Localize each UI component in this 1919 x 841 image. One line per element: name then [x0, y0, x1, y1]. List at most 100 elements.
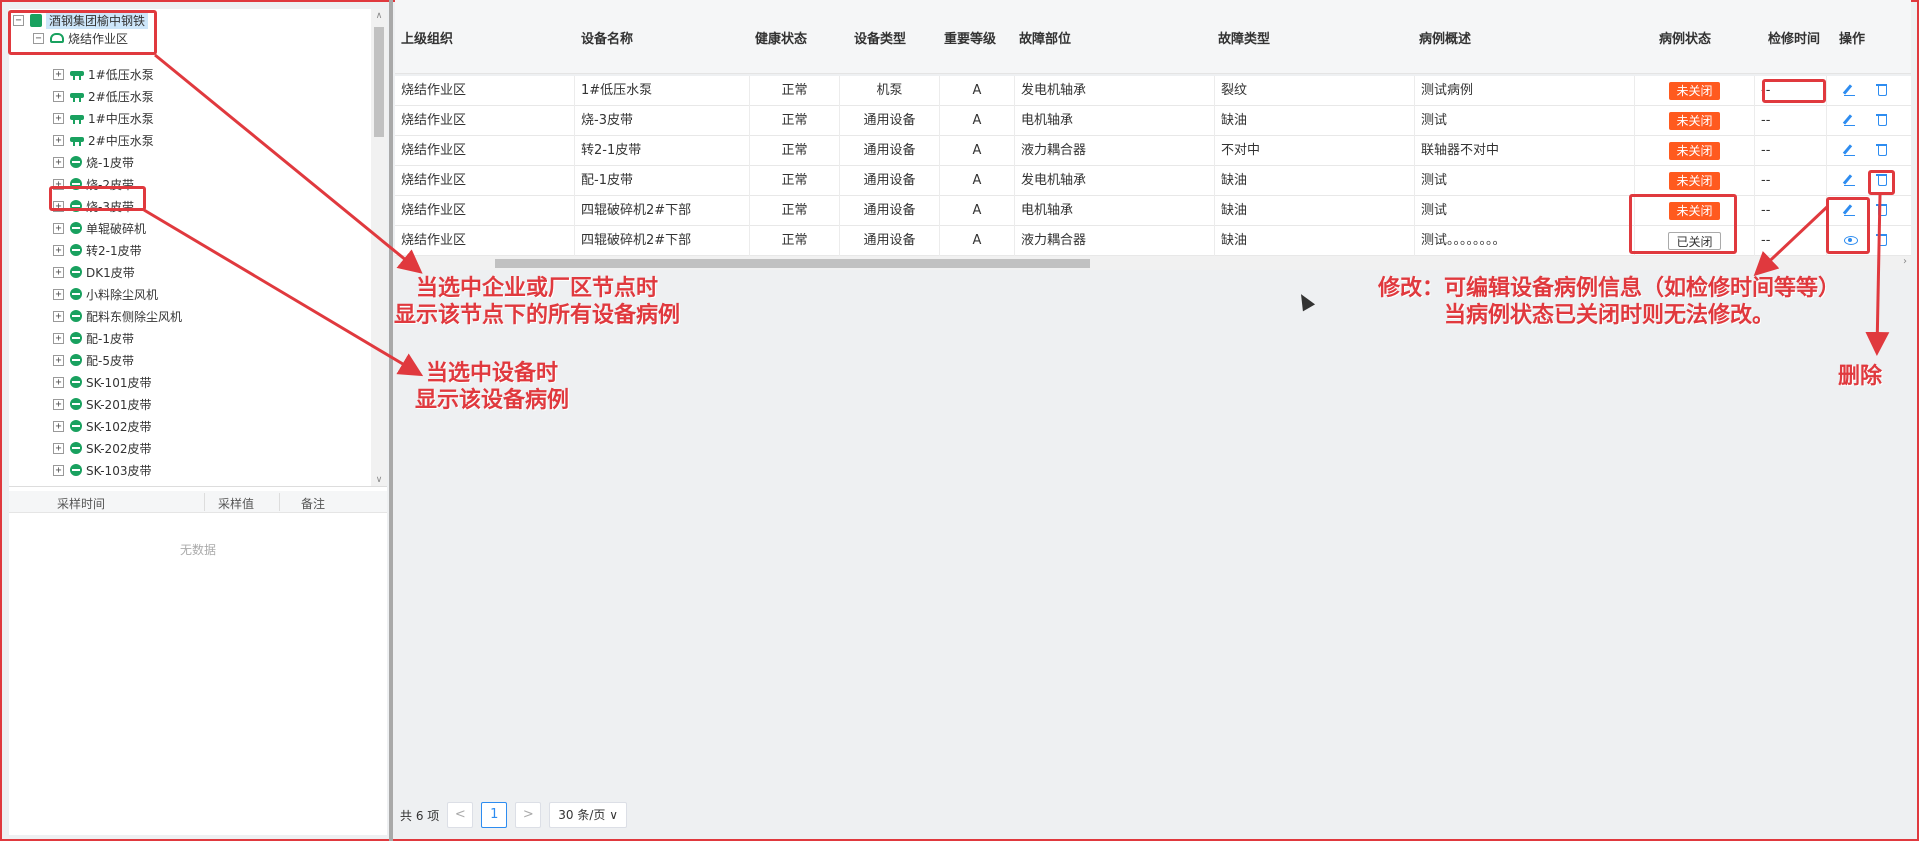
scroll-thumb[interactable]	[374, 27, 384, 137]
expand-icon[interactable]: +	[53, 288, 64, 300]
tree-node-device[interactable]: +1#中压水泵	[53, 108, 154, 128]
table-row[interactable]: 烧结作业区 配-1皮带 正常 通用设备 A 发电机轴承 缺油 测试 未关闭 --	[395, 166, 1911, 196]
tree-node-label[interactable]: 单辊破碎机	[86, 220, 146, 237]
column-header: 重要等级	[944, 32, 997, 47]
tree-node-label[interactable]: 1#中压水泵	[88, 110, 154, 127]
next-page-button[interactable]: >	[515, 802, 542, 828]
expand-icon[interactable]: +	[53, 376, 64, 388]
expand-icon[interactable]: +	[53, 420, 64, 432]
belt-icon	[70, 310, 82, 322]
tree-node-label[interactable]: SK-203皮带	[86, 484, 151, 487]
tree-node-device[interactable]: + 配料东侧除尘风机	[53, 306, 182, 326]
horizontal-scrollbar[interactable]: ›	[395, 256, 1911, 270]
tree-node-label[interactable]: 配-5皮带	[86, 352, 134, 369]
tree-node-label[interactable]: SK-103皮带	[86, 462, 151, 479]
table-cell-fault: 不对中	[1215, 136, 1415, 166]
tree-node-label[interactable]: 2#中压水泵	[88, 132, 154, 149]
table-cell-level: A	[940, 76, 1015, 106]
tree-node-device[interactable]: +1#低压水泵	[53, 64, 154, 84]
belt-icon	[70, 156, 82, 168]
page-size-select[interactable]: 30 条/页 ∨	[549, 802, 627, 828]
tree-node-label[interactable]: SK-101皮带	[86, 374, 151, 391]
expand-icon[interactable]: +	[53, 398, 64, 410]
delete-icon[interactable]	[1875, 203, 1889, 217]
tree-node-device[interactable]: + SK-102皮带	[53, 416, 151, 436]
delete-icon[interactable]	[1875, 233, 1889, 247]
belt-icon	[70, 244, 82, 256]
expand-icon[interactable]: +	[53, 332, 64, 344]
column-header: 设备名称	[581, 32, 634, 47]
table-cell-health: 正常	[750, 226, 840, 256]
tree-node-label[interactable]: SK-201皮带	[86, 396, 151, 413]
tree-node-device[interactable]: + SK-101皮带	[53, 372, 151, 392]
table-row[interactable]: 烧结作业区 转2-1皮带 正常 通用设备 A 液力耦合器 不对中 联轴器不对中 未关闭 --	[395, 136, 1911, 166]
expand-icon[interactable]: +	[53, 442, 64, 454]
edit-icon[interactable]	[1843, 113, 1857, 127]
table-row[interactable]: 烧结作业区 烧-3皮带 正常 通用设备 A 电机轴承 缺油 测试 未关闭 --	[395, 106, 1911, 136]
scroll-thumb[interactable]	[495, 259, 1090, 268]
tree-node-device[interactable]: + SK-103皮带	[53, 460, 151, 480]
tree-node-device[interactable]: + 小料除尘风机	[53, 284, 158, 304]
tree-node-device[interactable]: + SK-201皮带	[53, 394, 151, 414]
tree-node-label[interactable]: SK-202皮带	[86, 440, 151, 457]
edit-icon[interactable]	[1843, 143, 1857, 157]
tree-node-device[interactable]: + SK-203皮带	[53, 482, 151, 487]
status-badge: 未关闭	[1669, 111, 1720, 130]
tree-node-label[interactable]: 1#低压水泵	[88, 66, 154, 83]
prev-page-button[interactable]: <	[447, 802, 474, 828]
table-row[interactable]: 烧结作业区 1#低压水泵 正常 机泵 A 发电机轴承 裂纹 测试病例 未关闭 --	[395, 76, 1911, 106]
scroll-up-icon[interactable]: ∧	[371, 9, 387, 23]
tree-node-device[interactable]: + 配-5皮带	[53, 350, 134, 370]
delete-icon[interactable]	[1875, 143, 1889, 157]
table-cell-name: 配-1皮带	[575, 166, 750, 196]
column-header: 采样值	[218, 497, 255, 511]
expand-icon[interactable]: +	[53, 68, 64, 80]
tree-node-device[interactable]: + 配-1皮带	[53, 328, 134, 348]
edit-icon[interactable]	[1843, 173, 1857, 187]
tree-node-device[interactable]: + 转2-1皮带	[53, 240, 142, 260]
tree-node-device[interactable]: +2#中压水泵	[53, 130, 154, 150]
expand-icon[interactable]: +	[53, 134, 64, 146]
delete-icon[interactable]	[1875, 83, 1889, 97]
tree-scrollbar[interactable]: ∧ ∨	[371, 9, 387, 486]
page-1-button[interactable]: 1	[481, 802, 508, 828]
table-cell-org: 烧结作业区	[395, 136, 575, 166]
expand-icon[interactable]: +	[53, 487, 64, 488]
tree-node-label[interactable]: DK1皮带	[86, 264, 135, 281]
annotation-note-4: 删除	[1838, 363, 1883, 389]
expand-icon[interactable]: +	[53, 464, 64, 476]
column-header: 病例状态	[1659, 32, 1712, 47]
edit-icon[interactable]	[1843, 83, 1857, 97]
tree-node-label[interactable]: SK-102皮带	[86, 418, 151, 435]
expand-icon[interactable]: +	[53, 90, 64, 102]
tree-node-device[interactable]: + SK-202皮带	[53, 438, 151, 458]
expand-icon[interactable]: +	[53, 156, 64, 168]
tree-node-device[interactable]: + 烧-1皮带	[53, 152, 134, 172]
tree-node-label[interactable]: 转2-1皮带	[86, 242, 142, 259]
expand-icon[interactable]: +	[53, 310, 64, 322]
delete-icon[interactable]	[1875, 113, 1889, 127]
tree-node-label[interactable]: 配料东侧除尘风机	[86, 308, 182, 325]
belt-icon	[70, 332, 82, 344]
expand-icon[interactable]: +	[53, 222, 64, 234]
tree-node-label[interactable]: 2#低压水泵	[88, 88, 154, 105]
tree-node-label[interactable]: 烧-1皮带	[86, 154, 134, 171]
tree-node-device[interactable]: +2#低压水泵	[53, 86, 154, 106]
expand-icon[interactable]: +	[53, 112, 64, 124]
column-header: 故障部位	[1019, 32, 1072, 47]
table-cell-name: 转2-1皮带	[575, 136, 750, 166]
expand-icon[interactable]: +	[53, 266, 64, 278]
status-cell: 未关闭	[1635, 136, 1755, 166]
table-cell-name: 烧-3皮带	[575, 106, 750, 136]
tree-node-label[interactable]: 小料除尘风机	[86, 286, 158, 303]
tree-node-device[interactable]: + DK1皮带	[53, 262, 135, 282]
expand-icon[interactable]: +	[53, 354, 64, 366]
scroll-down-icon[interactable]: ∨	[371, 473, 387, 486]
tree-node-label[interactable]: 配-1皮带	[86, 330, 134, 347]
tree-node-device[interactable]: + 单辊破碎机	[53, 218, 146, 238]
scroll-right-icon[interactable]: ›	[1903, 256, 1907, 267]
table-cell-health: 正常	[750, 166, 840, 196]
expand-icon[interactable]: +	[53, 244, 64, 256]
panel-splitter[interactable]	[389, 0, 393, 841]
belt-icon	[70, 420, 82, 432]
